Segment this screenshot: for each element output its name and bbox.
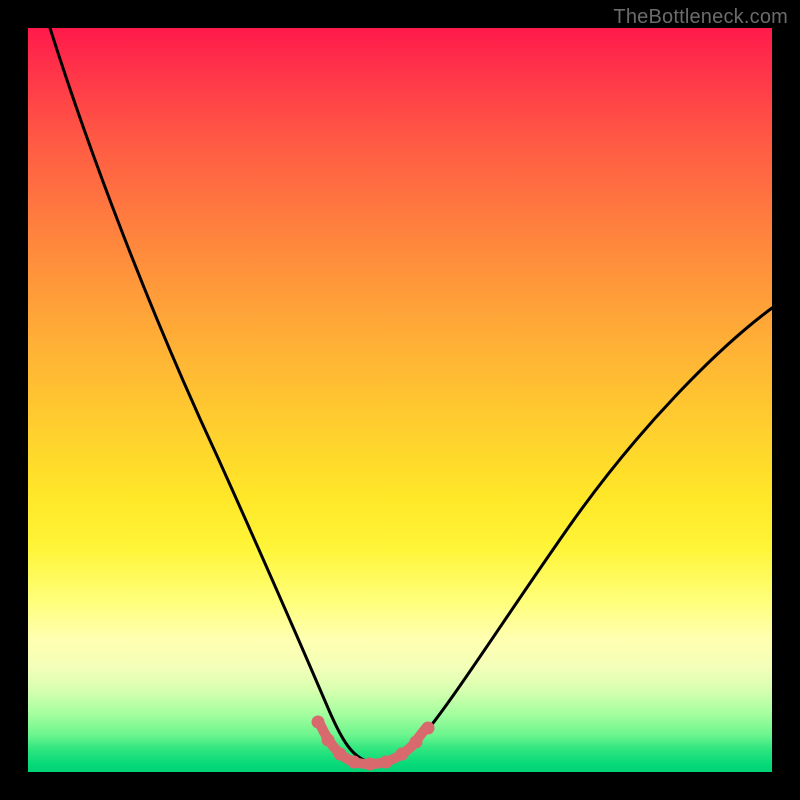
plot-area (28, 28, 772, 772)
bottom-highlight (312, 716, 434, 770)
chart-svg (28, 28, 772, 772)
chart-frame: TheBottleneck.com (0, 0, 800, 800)
watermark-text: TheBottleneck.com (613, 6, 788, 29)
bottleneck-curve (50, 28, 772, 763)
